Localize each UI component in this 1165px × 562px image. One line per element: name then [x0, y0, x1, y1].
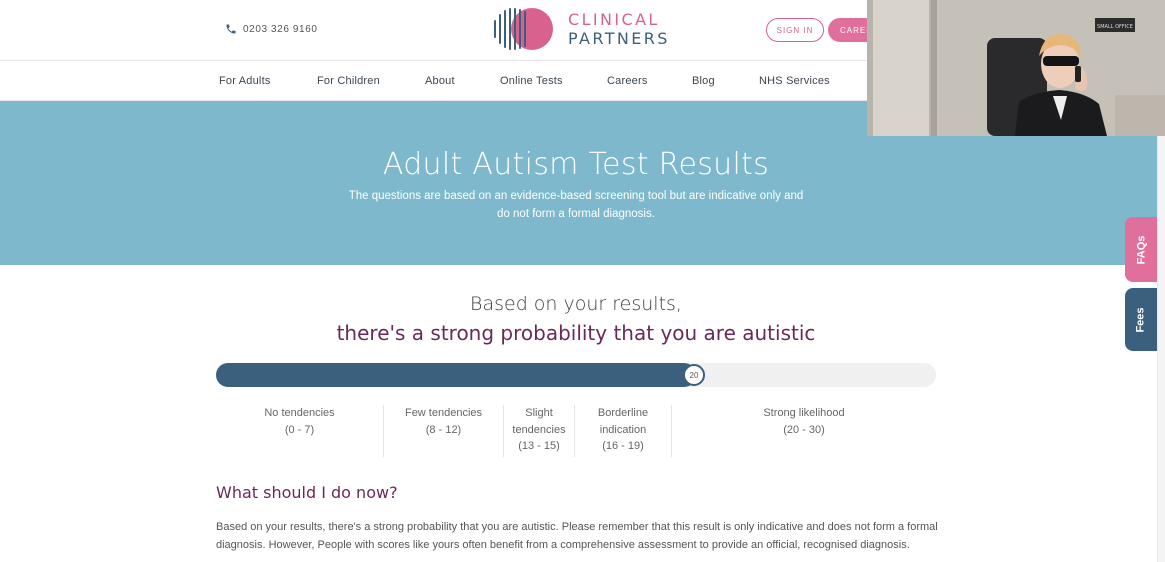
- band-range: (20 - 30): [783, 423, 825, 436]
- logo-line-2: PARTNERS: [568, 29, 670, 48]
- band-label: Few tendencies: [404, 407, 483, 419]
- result-headline: there's a strong probability that you ar…: [336, 321, 816, 345]
- band-range: (13 - 15): [518, 440, 560, 452]
- logo-text: CLINICAL PARTNERS: [568, 10, 670, 48]
- faqs-tab-label: FAQs: [1134, 235, 1147, 264]
- webcam-overlay: SMALL OFFICE: [867, 0, 1165, 136]
- fees-tab[interactable]: Fees: [1125, 288, 1157, 351]
- webcam-sign-text: SMALL OFFICE: [1097, 24, 1133, 30]
- band-strong-likelihood: Strong likelihood (20 - 30): [672, 405, 936, 457]
- score-bar: 20: [216, 363, 936, 387]
- phone-number: 0203 326 9160: [243, 23, 318, 35]
- nav-item-online-tests[interactable]: Online Tests: [500, 75, 563, 87]
- next-steps-text: Based on your results, there's a strong …: [216, 521, 938, 551]
- score-bar-fill: [216, 363, 696, 387]
- nav-item-for-children[interactable]: For Children: [317, 75, 380, 87]
- phone-link[interactable]: 0203 326 9160: [225, 23, 318, 35]
- webcam-video-frame: SMALL OFFICE: [867, 0, 1165, 136]
- nav-item-careers[interactable]: Careers: [607, 75, 648, 87]
- band-label-line-1: Borderline: [597, 407, 649, 419]
- hero-description-line-1: The questions are based on an evidence-b…: [348, 190, 804, 202]
- next-steps-heading: What should I do now?: [216, 483, 398, 502]
- band-borderline-indication: Borderline indication (16 - 19): [575, 405, 672, 457]
- band-few-tendencies: Few tendencies (8 - 12): [384, 405, 504, 457]
- hero-description-line-2: do not form a formal diagnosis.: [497, 208, 655, 220]
- band-slight-tendencies: Slight tendencies (13 - 15): [504, 405, 575, 457]
- nav-item-nhs-services[interactable]: NHS Services: [759, 75, 830, 87]
- clinical-partners-logo[interactable]: CLINICAL PARTNERS: [492, 7, 670, 51]
- logo-line-1: CLINICAL: [568, 10, 660, 29]
- band-range: (8 - 12): [425, 423, 462, 436]
- band-label-line-1: Slight: [525, 407, 553, 419]
- fees-tab-label: Fees: [1134, 306, 1147, 333]
- band-range: (16 - 19): [602, 440, 644, 452]
- nav-item-blog[interactable]: Blog: [692, 75, 715, 87]
- logo-mark-icon: [494, 8, 553, 50]
- score-marker: 20: [683, 364, 705, 386]
- hero-description: The questions are based on an evidence-b…: [340, 187, 812, 223]
- band-range: (0 - 7): [284, 423, 315, 436]
- band-label-line-2: indication: [599, 423, 647, 436]
- sign-in-button[interactable]: SIGN IN: [766, 18, 824, 42]
- phone-icon: [226, 24, 236, 34]
- result-intro: Based on your results,: [470, 293, 682, 315]
- scrollbar[interactable]: [1157, 136, 1165, 562]
- nav-item-about[interactable]: About: [425, 75, 455, 87]
- band-no-tendencies: No tendencies (0 - 7): [216, 405, 384, 457]
- band-label: No tendencies: [264, 407, 335, 419]
- page-title: Adult Autism Test Results: [382, 147, 770, 182]
- faqs-tab[interactable]: FAQs: [1125, 217, 1157, 282]
- band-label-line-2: tendencies: [512, 423, 566, 436]
- nav-item-for-adults[interactable]: For Adults: [219, 75, 271, 87]
- band-label: Strong likelihood: [763, 407, 845, 419]
